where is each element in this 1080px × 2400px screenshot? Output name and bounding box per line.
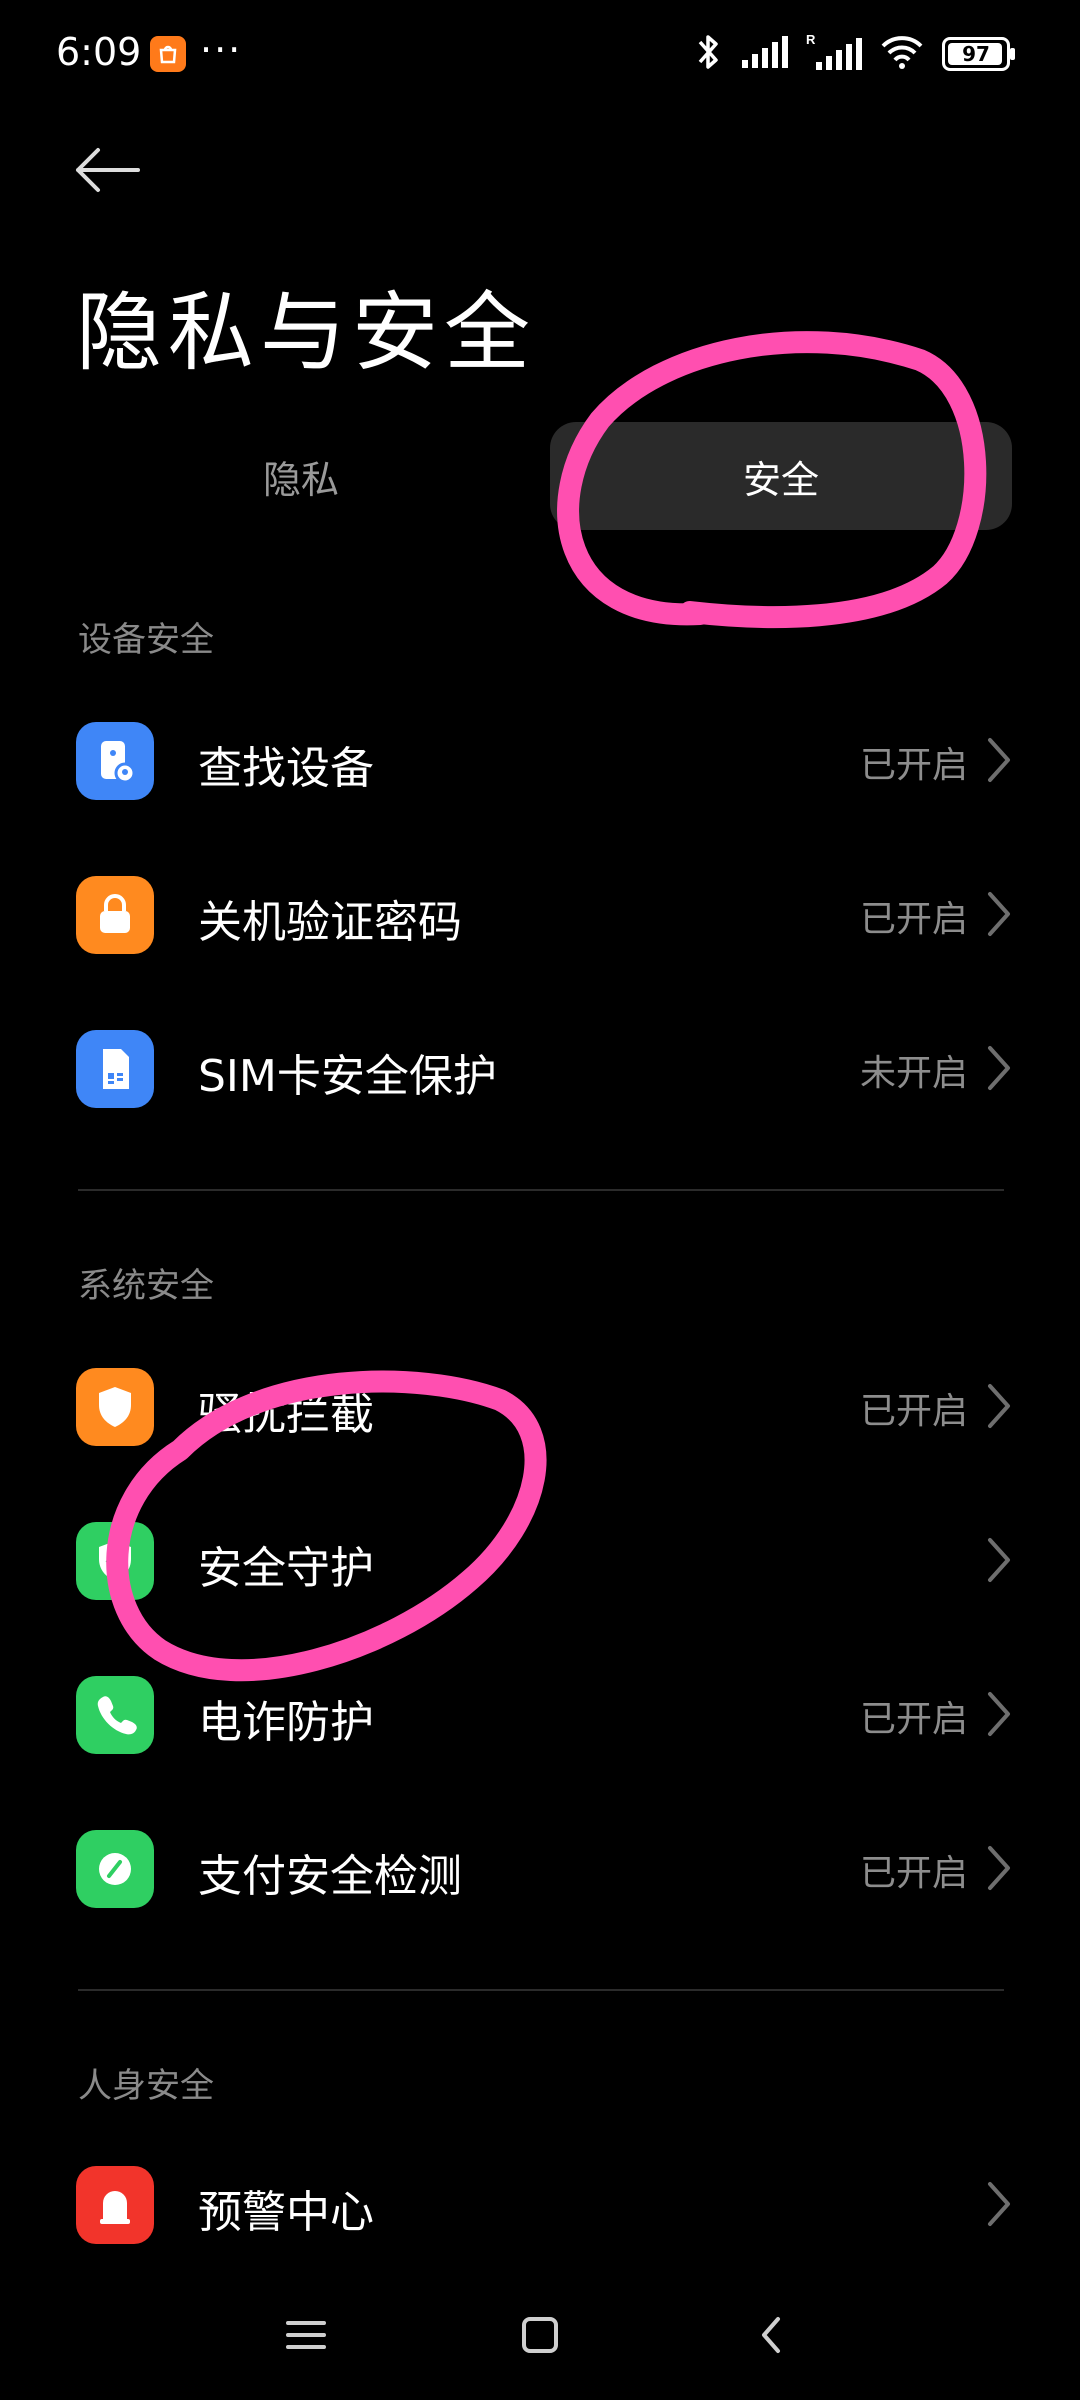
status-bar: 6:09 ··· R 97 xyxy=(0,0,1080,110)
menu-button[interactable] xyxy=(266,2300,346,2370)
tab-security-label: 安全 xyxy=(742,457,819,502)
list-item-fraud-protection[interactable]: 电诈防护 已开启 xyxy=(0,1640,1080,1790)
navigation-bar xyxy=(0,2270,1080,2400)
list-item-label: 关机验证密码 xyxy=(198,897,462,948)
lock-icon xyxy=(76,876,154,954)
back-icon xyxy=(762,2317,780,2353)
list-item-status: 已开启 xyxy=(859,899,968,940)
battery-icon: 97 xyxy=(942,37,1015,71)
tab-privacy[interactable]: 隐私 xyxy=(70,422,532,530)
tab-privacy-label: 隐私 xyxy=(262,457,339,502)
home-button[interactable] xyxy=(500,2300,580,2370)
tab-security[interactable]: 安全 xyxy=(550,422,1012,530)
list-item-label: 支付安全检测 xyxy=(198,1851,462,1902)
back-arrow-icon xyxy=(76,148,140,192)
chevron-right-icon xyxy=(988,738,1010,782)
list-item-label: 安全守护 xyxy=(198,1543,374,1594)
status-time: 6:09 xyxy=(56,30,142,74)
list-item-shutdown-password[interactable]: 关机验证密码 已开启 xyxy=(0,840,1080,990)
chevron-right-icon xyxy=(988,1538,1010,1582)
list-item-label: 预警中心 xyxy=(198,2187,374,2238)
list-item-status: 未开启 xyxy=(859,1053,968,1094)
list-item-status: 已开启 xyxy=(859,1853,968,1894)
shopping-bag-icon xyxy=(150,36,186,72)
list-item-status: 已开启 xyxy=(859,745,968,786)
back-button[interactable] xyxy=(68,140,148,200)
bluetooth-icon xyxy=(694,32,722,76)
chevron-right-icon xyxy=(988,1046,1010,1090)
more-notifications-icon: ··· xyxy=(200,28,243,72)
status-icons: R 97 xyxy=(694,32,1015,76)
chevron-right-icon xyxy=(988,1846,1010,1890)
wifi-icon xyxy=(880,34,924,74)
list-item-status: 已开启 xyxy=(859,1391,968,1432)
section-title-device-security: 设备安全 xyxy=(78,620,214,660)
signal-icon xyxy=(740,34,788,74)
list-item-status: 已开启 xyxy=(859,1699,968,1740)
payment-check-icon xyxy=(76,1830,154,1908)
list-item-label: 骚扰拦截 xyxy=(198,1389,374,1440)
list-item-payment-check[interactable]: 支付安全检测 已开启 xyxy=(0,1794,1080,1944)
section-title-system-security: 系统安全 xyxy=(78,1266,214,1306)
nav-back-button[interactable] xyxy=(732,2300,812,2370)
find-device-icon xyxy=(76,722,154,800)
alarm-icon xyxy=(76,2166,154,2244)
battery-level: 97 xyxy=(962,42,990,66)
list-item-alert-center[interactable]: 预警中心 xyxy=(0,2130,1080,2280)
shield-check-icon xyxy=(76,1522,154,1600)
list-item-label: SIM卡安全保护 xyxy=(198,1051,497,1102)
section-divider xyxy=(78,1189,1004,1191)
chevron-right-icon xyxy=(988,2182,1010,2226)
home-icon xyxy=(522,2317,558,2353)
svg-text:R: R xyxy=(806,32,816,47)
page-title: 隐私与安全 xyxy=(76,283,536,383)
section-title-personal-safety: 人身安全 xyxy=(78,2066,214,2106)
list-item-label: 电诈防护 xyxy=(198,1697,374,1748)
section-divider xyxy=(78,1989,1004,1991)
chevron-right-icon xyxy=(988,1384,1010,1428)
list-item-label: 查找设备 xyxy=(198,743,374,794)
list-item-harassment-block[interactable]: 骚扰拦截 已开启 xyxy=(0,1332,1080,1482)
chevron-right-icon xyxy=(988,892,1010,936)
sim-card-icon xyxy=(76,1030,154,1108)
list-item-find-device[interactable]: 查找设备 已开启 xyxy=(0,686,1080,836)
chevron-right-icon xyxy=(988,1692,1010,1736)
roaming-signal-icon: R xyxy=(806,32,862,76)
menu-icon xyxy=(286,2321,326,2349)
list-item-sim-protection[interactable]: SIM卡安全保护 未开启 xyxy=(0,994,1080,1144)
shield-icon xyxy=(76,1368,154,1446)
phone-icon xyxy=(76,1676,154,1754)
list-item-security-guard[interactable]: 安全守护 xyxy=(0,1486,1080,1636)
